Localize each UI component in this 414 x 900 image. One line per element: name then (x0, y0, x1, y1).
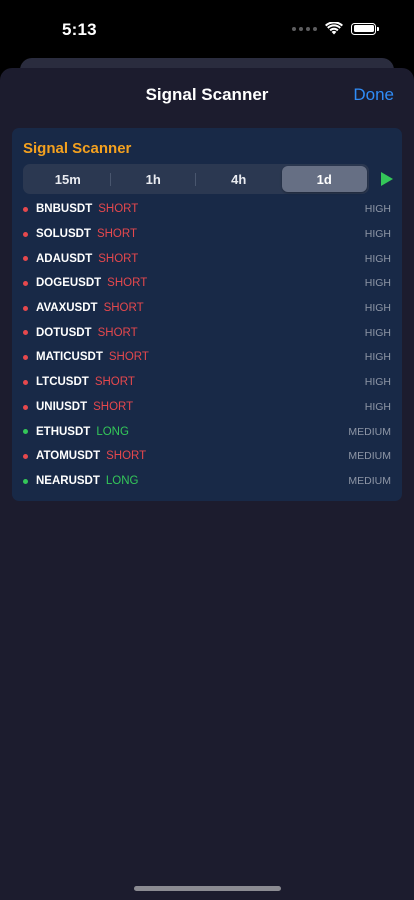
signal-direction: SHORT (98, 203, 139, 216)
signal-row[interactable]: LTCUSDT SHORT HIGH (12, 370, 402, 395)
signal-direction: SHORT (107, 277, 148, 290)
direction-dot-icon (23, 231, 28, 237)
signal-symbol: DOGEUSDT (36, 277, 102, 290)
signal-confidence: HIGH (364, 277, 391, 290)
timeframe-1d[interactable]: 1d (281, 166, 367, 192)
card-title: Signal Scanner (23, 140, 132, 157)
status-time: 5:13 (62, 20, 97, 39)
signal-symbol: SOLUSDT (36, 228, 91, 241)
signal-row[interactable]: SOLUSDT SHORT HIGH (12, 222, 402, 247)
signal-row[interactable]: ADAUSDT SHORT HIGH (12, 246, 402, 271)
status-icons (292, 22, 379, 35)
signal-row[interactable]: UNIUSDT SHORT HIGH (12, 395, 402, 420)
signal-confidence: HIGH (364, 252, 391, 265)
signal-confidence: HIGH (364, 351, 391, 364)
signal-row[interactable]: MATICUSDT SHORT HIGH (12, 345, 402, 370)
signal-confidence: HIGH (364, 302, 391, 315)
signal-list: BNBUSDT SHORT HIGH SOLUSDT SHORT HIGH ADAU… (12, 197, 402, 493)
signal-confidence: HIGH (364, 228, 391, 241)
signal-direction: SHORT (94, 376, 135, 389)
done-button[interactable]: Done (353, 85, 394, 105)
home-indicator (134, 886, 281, 891)
signal-confidence: HIGH (364, 376, 391, 389)
signal-row[interactable]: NEARUSDT LONG MEDIUM (12, 469, 402, 494)
direction-dot-icon (23, 256, 28, 262)
signal-confidence: HIGH (364, 400, 391, 413)
timeframe-selector: 15m 1h 4h 1d (23, 164, 369, 194)
signal-row[interactable]: BNBUSDT SHORT HIGH (12, 197, 402, 222)
signal-direction: SHORT (98, 252, 139, 265)
direction-dot-icon (23, 404, 28, 410)
signal-symbol: AVAXUSDT (36, 302, 98, 315)
direction-dot-icon (23, 379, 28, 385)
battery-icon (351, 22, 379, 35)
signal-row[interactable]: AVAXUSDT SHORT HIGH (12, 296, 402, 321)
signal-direction: LONG (105, 474, 139, 487)
direction-dot-icon (23, 355, 28, 361)
timeframe-15m[interactable]: 15m (25, 166, 111, 192)
signal-confidence: MEDIUM (348, 450, 391, 463)
signal-symbol: ATOMUSDT (36, 450, 101, 463)
signal-symbol: UNIUSDT (36, 400, 88, 413)
signal-row[interactable]: ATOMUSDT SHORT MEDIUM (12, 444, 402, 469)
signal-row[interactable]: DOGEUSDT SHORT HIGH (12, 271, 402, 296)
direction-dot-icon (23, 478, 28, 484)
signal-direction: SHORT (103, 302, 144, 315)
signal-row[interactable]: ETHUSDT LONG MEDIUM (12, 419, 402, 444)
signal-symbol: LTCUSDT (36, 376, 89, 389)
signal-confidence: MEDIUM (348, 474, 391, 487)
signal-direction: SHORT (108, 351, 149, 364)
signal-symbol: ETHUSDT (36, 425, 91, 438)
signal-symbol: MATICUSDT (36, 351, 103, 364)
scanner-card: Signal Scanner 15m 1h 4h 1d BNBUSDT SHORT… (12, 128, 402, 501)
nav-title: Signal Scanner (145, 85, 269, 104)
signal-symbol: NEARUSDT (36, 474, 100, 487)
direction-dot-icon (23, 330, 28, 336)
signal-direction: LONG (96, 425, 129, 438)
signal-direction: SHORT (93, 400, 134, 413)
signal-confidence: MEDIUM (348, 425, 391, 438)
signal-symbol: BNBUSDT (36, 203, 93, 216)
signal-confidence: HIGH (364, 326, 391, 339)
play-icon[interactable] (380, 171, 394, 187)
direction-dot-icon (23, 281, 28, 287)
timeframe-1h[interactable]: 1h (111, 166, 197, 192)
status-bar: 5:13 (0, 0, 414, 60)
direction-dot-icon (23, 453, 28, 459)
direction-dot-icon (23, 207, 28, 212)
signal-confidence: HIGH (364, 203, 391, 216)
wifi-icon (325, 22, 343, 35)
signal-symbol: ADAUSDT (36, 252, 93, 265)
direction-dot-icon (23, 305, 28, 311)
direction-dot-icon (23, 429, 28, 435)
signal-direction: SHORT (96, 228, 137, 241)
signal-direction: SHORT (106, 450, 147, 463)
cellular-signal-icon (292, 26, 317, 31)
timeframe-4h[interactable]: 4h (196, 166, 282, 192)
signal-row[interactable]: DOTUSDT SHORT HIGH (12, 320, 402, 345)
signal-direction: SHORT (97, 326, 138, 339)
signal-symbol: DOTUSDT (36, 326, 92, 339)
